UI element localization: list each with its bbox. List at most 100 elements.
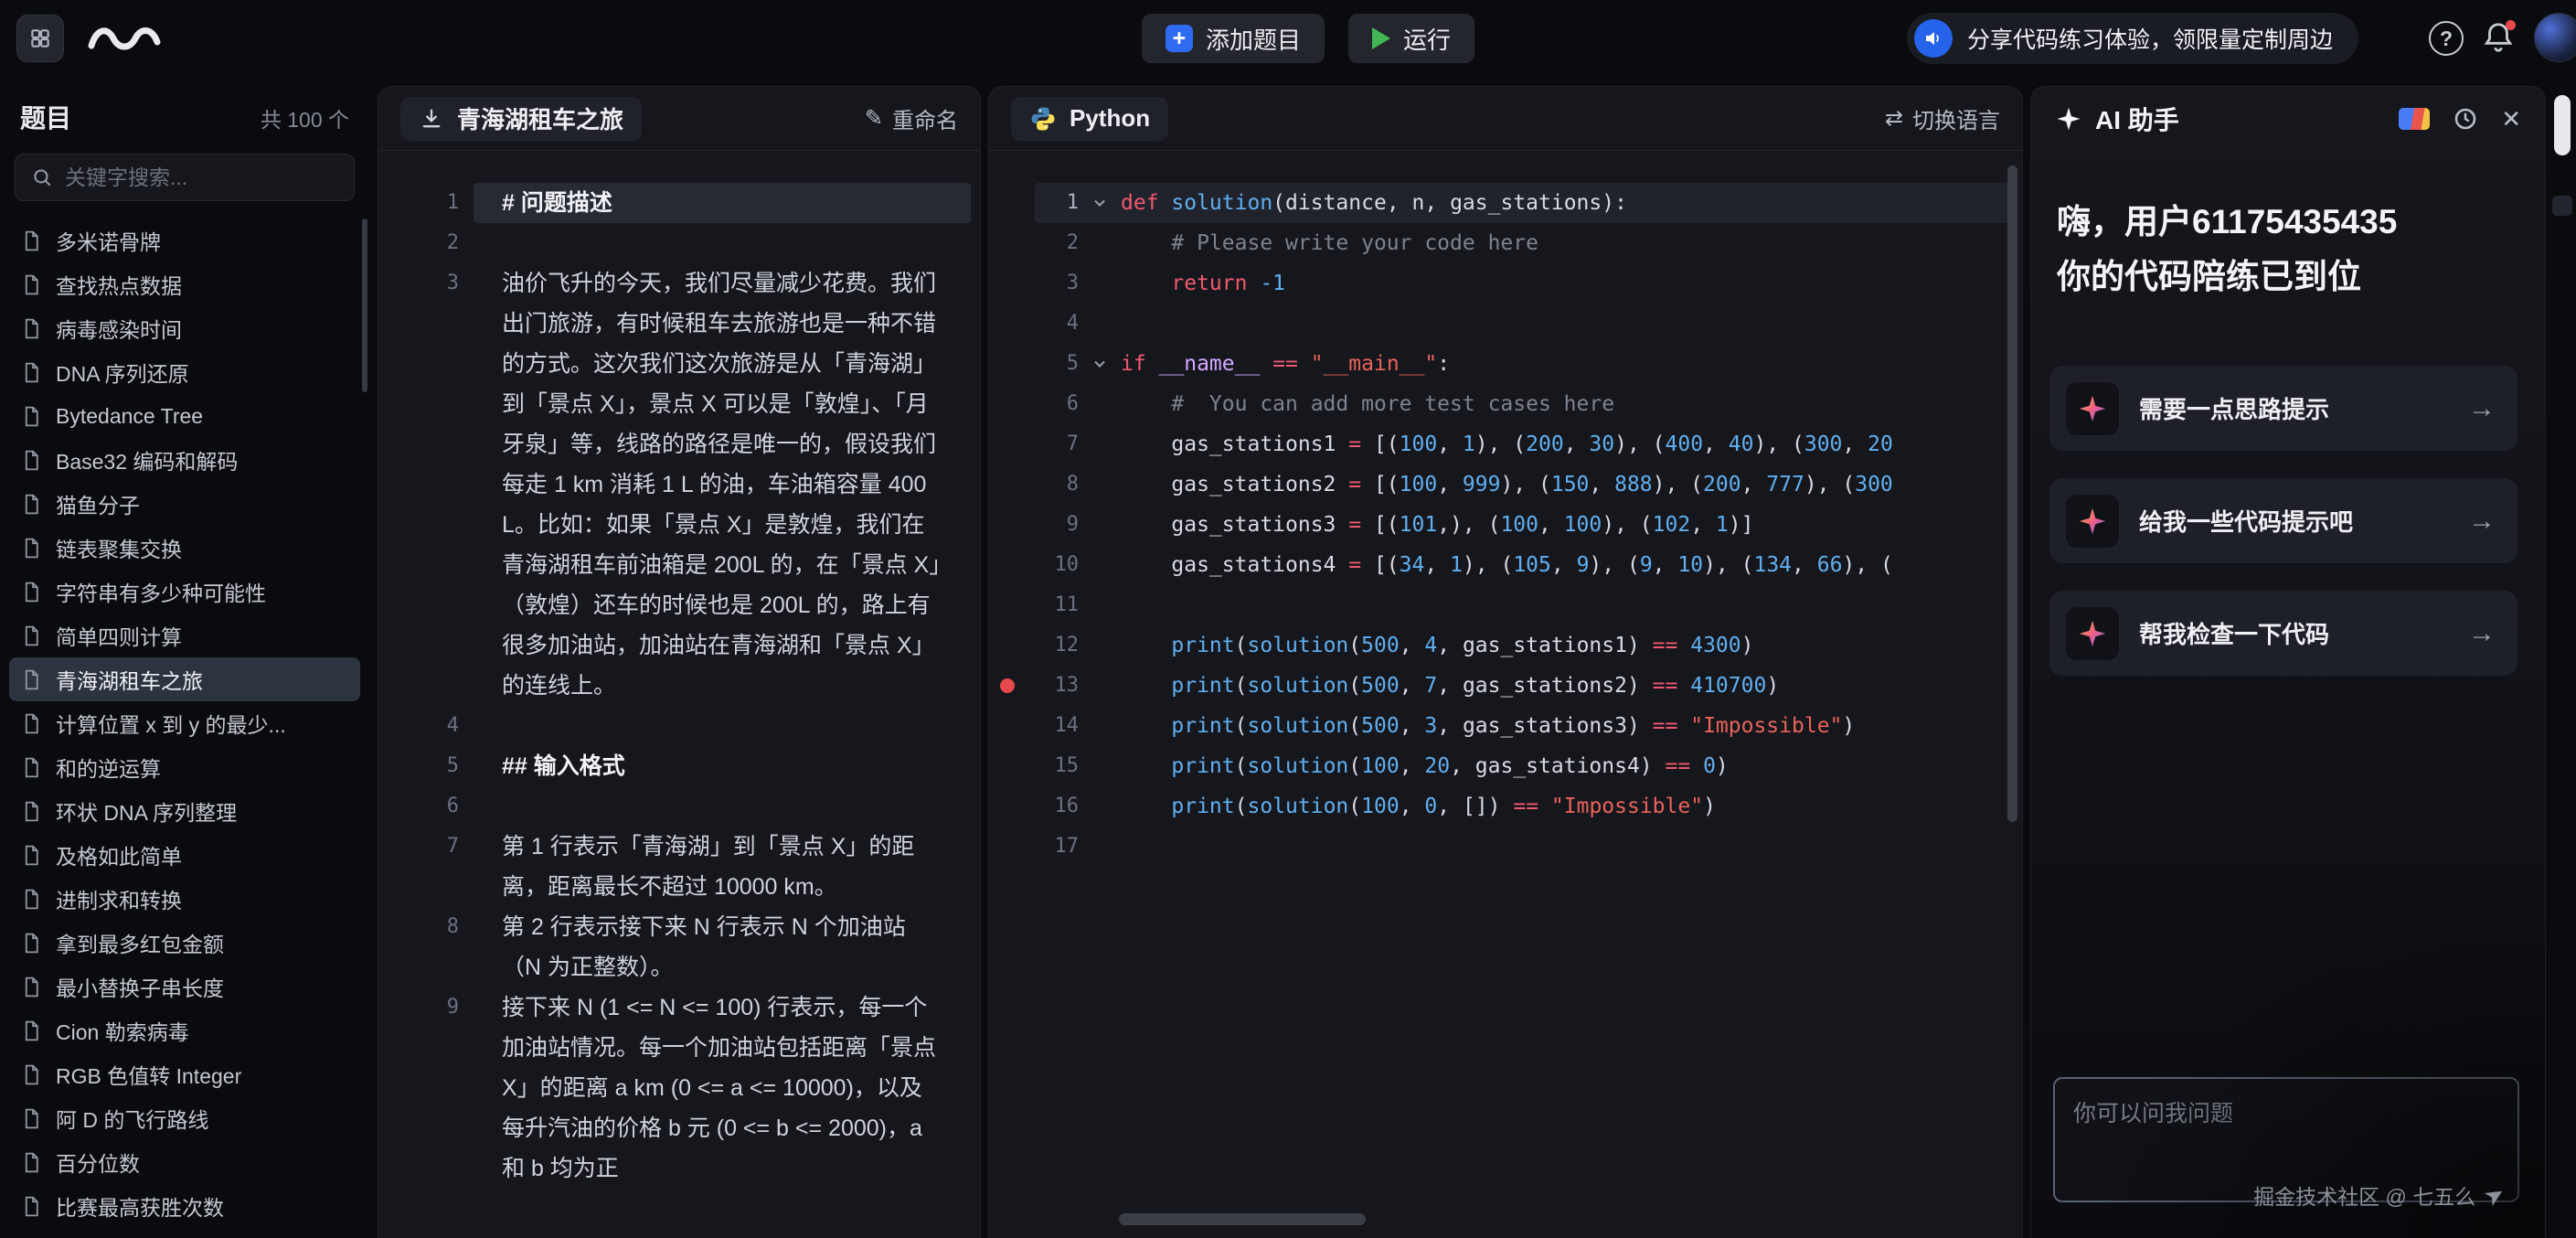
- description-line: 3油价飞升的今天，我们尽量减少花费。我们出门旅游，有时候租车去旅游也是一种不错的…: [378, 263, 980, 706]
- app-logo[interactable]: [16, 15, 64, 62]
- sidebar-item[interactable]: 比赛最高获胜次数: [9, 1184, 360, 1228]
- switch-language-button[interactable]: ⇄ 切换语言: [1885, 102, 2000, 134]
- notification-dot: [2506, 20, 2516, 30]
- sidebar-item[interactable]: 和的逆运算: [9, 745, 360, 789]
- sidebar-item-label: Bytedance Tree: [56, 404, 203, 429]
- sidebar-item[interactable]: 进制求和转换: [9, 877, 360, 921]
- sidebar-item[interactable]: 最小替换子串长度: [9, 965, 360, 1009]
- file-icon: [20, 888, 43, 911]
- editor-horizontal-scrollbar[interactable]: [1119, 1213, 1366, 1225]
- sidebar-item[interactable]: 青海湖租车之旅: [9, 657, 360, 701]
- language-chip[interactable]: Python: [1011, 97, 1168, 141]
- arrow-right-icon: →: [2468, 393, 2496, 424]
- search-box[interactable]: [15, 154, 355, 201]
- sidebar-item[interactable]: RGB 色值转 Integer: [9, 1052, 360, 1096]
- file-icon: [20, 1063, 43, 1086]
- ai-suggestion-card[interactable]: 帮我检查一下代码→: [2049, 591, 2517, 676]
- history-icon[interactable]: [2452, 105, 2479, 133]
- fold-chevron-icon[interactable]: [1091, 194, 1109, 212]
- code-line: 7 gas_stations1 = [(100, 1), (200, 30), …: [989, 424, 2022, 464]
- sidebar-item[interactable]: 多米诺骨牌: [9, 219, 360, 262]
- sidebar-item[interactable]: 百分位数: [9, 1140, 360, 1184]
- sidebar-item[interactable]: 字符串有多少种可能性: [9, 570, 360, 614]
- line-number: 6: [378, 786, 459, 827]
- code-line-text: print(solution(500, 4, gas_stations1) ==…: [1121, 625, 1753, 666]
- sidebar-item-label: 拿到最多红包金额: [56, 927, 224, 958]
- watermark-text: 掘金技术社区 @ 七五么: [2253, 1179, 2475, 1211]
- sidebar-item[interactable]: 简单四则计算: [9, 614, 360, 657]
- sidebar-item[interactable]: 链表聚集交换: [9, 526, 360, 570]
- line-number: 16: [1026, 786, 1079, 827]
- sidebar-item[interactable]: Base32 编码和解码: [9, 438, 360, 482]
- rename-label: 重命名: [892, 102, 958, 134]
- ai-suggestion-card[interactable]: 给我一些代码提示吧→: [2049, 478, 2517, 563]
- code-line-text: print(solution(100, 0, []) == "Impossibl…: [1121, 786, 1716, 827]
- description-line-text: 接下来 N (1 <= N <= 100) 行表示，每一个加油站情况。每一个加油…: [502, 987, 941, 1189]
- sidebar-item[interactable]: 猫鱼分子: [9, 482, 360, 526]
- topbar-actions: + 添加题目 运行: [1142, 14, 1474, 63]
- help-button[interactable]: ?: [2429, 21, 2464, 56]
- editor-panel: Python ⇄ 切换语言 1def solution(distance, n,…: [988, 86, 2023, 1238]
- search-input[interactable]: [65, 165, 339, 190]
- sidebar-item[interactable]: 拿到最多红包金额: [9, 921, 360, 965]
- fold-gutter: [1079, 194, 1121, 212]
- download-icon: [419, 106, 444, 132]
- notifications-button[interactable]: [2481, 20, 2517, 57]
- rename-button[interactable]: ✎ 重命名: [865, 102, 958, 134]
- ai-greeting-line1: 嗨，用户61175435435: [2057, 195, 2523, 250]
- brand-flag-icon[interactable]: [2399, 108, 2430, 130]
- sidebar-item-label: 查找热点数据: [56, 269, 182, 300]
- sidebar-item[interactable]: 计算位置 x 到 y 的最少...: [9, 701, 360, 745]
- line-number: 13: [1026, 666, 1079, 706]
- sidebar-item[interactable]: 查找热点数据: [9, 262, 360, 306]
- user-avatar[interactable]: [2534, 13, 2576, 62]
- code-line: 17: [989, 827, 2022, 867]
- description-line: 5 ## 输入格式: [378, 746, 980, 786]
- code-line: 13 print(solution(500, 7, gas_stations2)…: [989, 666, 2022, 706]
- code-editor[interactable]: 1def solution(distance, n, gas_stations)…: [989, 152, 2022, 1238]
- collapsed-panel-handle[interactable]: [2554, 95, 2571, 155]
- description-line-text: ## 输入格式: [502, 746, 941, 786]
- problem-panel: 青海湖租车之旅 ✎ 重命名 1# 问题描述23油价飞升的今天，我们尽量减少花费。…: [378, 86, 981, 1238]
- ai-panel-header: AI 助手 ✕: [2031, 87, 2545, 151]
- line-number: 5: [378, 746, 459, 786]
- line-number: 12: [1026, 625, 1079, 666]
- sidebar-item[interactable]: 及格如此简单: [9, 833, 360, 877]
- add-problem-button[interactable]: + 添加题目: [1142, 14, 1325, 63]
- description-line-text: [502, 223, 941, 263]
- breakpoint-gutter[interactable]: [989, 678, 1026, 693]
- code-line-text: # You can add more test cases here: [1121, 384, 1614, 424]
- plus-icon: +: [1166, 25, 1193, 52]
- sidebar-item[interactable]: Cion 勒索病毒: [9, 1009, 360, 1052]
- problem-description[interactable]: 1# 问题描述23油价飞升的今天，我们尽量减少花费。我们出门旅游，有时候租车去旅…: [378, 152, 980, 1238]
- sidebar-item[interactable]: DNA 序列还原: [9, 350, 360, 394]
- swap-icon: ⇄: [1885, 105, 1903, 132]
- description-line: 9接下来 N (1 <= N <= 100) 行表示，每一个加油站情况。每一个加…: [378, 987, 980, 1189]
- sidebar-item[interactable]: 病毒感染时间: [9, 306, 360, 350]
- sparkle-icon: [2077, 506, 2108, 537]
- sidebar-item-label: 最小替换子串长度: [56, 971, 224, 1002]
- sidebar-item-label: 和的逆运算: [56, 752, 161, 783]
- close-icon[interactable]: ✕: [2501, 107, 2521, 131]
- sidebar-item[interactable]: 阿 D 的飞行路线: [9, 1096, 360, 1140]
- problem-title: 青海湖租车之旅: [457, 101, 623, 135]
- file-icon: [20, 1195, 43, 1218]
- app: + 添加题目 运行 分享代码练习体验，领限量定制周边 ? 题目 共 100 个: [0, 0, 2576, 1238]
- rail-icon[interactable]: [2552, 196, 2572, 216]
- editor-vertical-scrollbar[interactable]: [2007, 165, 2017, 822]
- file-icon: [20, 493, 43, 516]
- sidebar-item[interactable]: 环状 DNA 序列整理: [9, 789, 360, 833]
- sidebar-item-label: 病毒感染时间: [56, 313, 182, 344]
- watermark: 掘金技术社区 @ 七五么 ➤: [2253, 1179, 2505, 1211]
- sidebar-item-label: 计算位置 x 到 y 的最少...: [56, 708, 286, 739]
- line-number: 9: [378, 987, 459, 1189]
- sidebar-item[interactable]: Bytedance Tree: [9, 394, 360, 438]
- line-number: 7: [1026, 424, 1079, 464]
- ai-suggestion-card[interactable]: 需要一点思路提示→: [2049, 366, 2517, 451]
- marscode-logo[interactable]: [84, 15, 172, 67]
- sidebar-scrollbar[interactable]: [362, 219, 367, 392]
- grid-logo-icon: [28, 27, 52, 50]
- fold-chevron-icon[interactable]: [1091, 355, 1109, 373]
- promo-banner[interactable]: 分享代码练习体验，领限量定制周边: [1907, 13, 2358, 64]
- run-button[interactable]: 运行: [1348, 14, 1474, 63]
